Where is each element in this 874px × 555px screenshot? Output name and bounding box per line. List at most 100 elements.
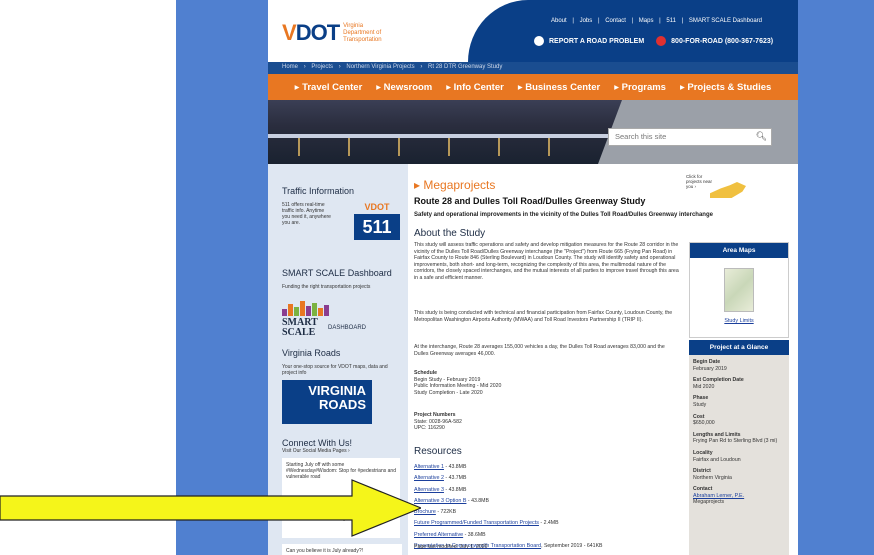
schedule-item: Public Information Meeting - Mid 2020 <box>414 383 502 390</box>
project-number: State: 0028-96A-582 <box>414 418 462 425</box>
resource-size: - 38.6MB <box>463 531 486 538</box>
glance-value: $650,000 <box>693 420 715 427</box>
glance-key: District <box>693 468 711 475</box>
vdot-511-logo-top: VDOT <box>364 202 390 212</box>
arrow-shape <box>0 479 421 537</box>
nav-programs[interactable]: ▸ Programs <box>614 82 666 93</box>
resource-link[interactable]: Alternative 1 <box>414 464 444 470</box>
connect-title: Connect With Us! <box>282 438 353 448</box>
study-limits-link[interactable]: Study Limits <box>690 318 788 324</box>
projects-near-you-map[interactable]: Click for projects near you › <box>686 174 746 204</box>
glance-heading: Project at a Glance <box>689 340 789 355</box>
smart-scale-box[interactable]: SMART SCALE Dashboard Funding the right … <box>282 268 402 340</box>
toplink-maps[interactable]: Maps <box>639 18 654 24</box>
resource-item: Brochure - 722KB <box>414 505 684 516</box>
bar-glyph <box>306 306 311 316</box>
logo-subtitle: Virginia Department of Transportation <box>343 22 382 43</box>
hero-banner: Search this site 🔍︎ <box>268 100 798 164</box>
water-reflection <box>498 138 500 156</box>
glance-value: Northern Virginia <box>693 474 732 481</box>
glance-list: Begin Date February 2019 Est Completion D… <box>689 355 789 510</box>
resource-link[interactable]: Future Programmed/Funded Transportation … <box>414 520 539 526</box>
project-number: UPC: 116290 <box>414 425 445 432</box>
area-maps-heading: Area Maps <box>690 243 788 258</box>
glance-item: Cost $650,000 <box>693 414 785 427</box>
resource-size: - 43.8MB <box>466 497 489 504</box>
toplink-contact[interactable]: Contact <box>605 18 626 24</box>
resource-item: Alternative 1 - 43.8MB <box>414 460 684 471</box>
smart-logo-b: SCALE <box>282 327 316 338</box>
report-road-problem-link[interactable]: REPORT A ROAD PROBLEM <box>549 38 644 45</box>
schedule-item: Begin Study - February 2019 <box>414 376 481 383</box>
toplink-sep: | <box>597 18 600 24</box>
glance-key: Phase <box>693 395 709 402</box>
vdot-logo[interactable]: V DOT Virginia Department of Transportat… <box>282 20 391 46</box>
search-icon[interactable]: 🔍︎ <box>756 131 767 142</box>
study-map-thumbnail[interactable] <box>724 268 754 312</box>
bar-glyph <box>294 307 299 316</box>
virginia-roads-text: Your one-stop source for VDOT maps, data… <box>282 364 388 376</box>
glance-key: Begin Date <box>693 359 721 365</box>
traffic-info-box[interactable]: Traffic Information 511 offers real-time… <box>282 186 402 266</box>
toplink-sep: | <box>631 18 634 24</box>
about-paragraph-2: This study is being conducted with techn… <box>414 310 673 323</box>
virginia-roads-box[interactable]: Virginia Roads Your one-stop source for … <box>282 348 402 432</box>
toplink-smart-scale[interactable]: SMART SCALE Dashboard <box>689 18 762 24</box>
water-reflection <box>348 138 350 156</box>
crumb-nova-projects[interactable]: Northern Virginia Projects <box>346 64 414 70</box>
glance-key: Est Completion Date <box>693 377 744 384</box>
glance-item: Est Completion Date Mid 2020 <box>693 377 785 390</box>
project-numbers-heading: Project Numbers <box>414 412 456 418</box>
connect-sub[interactable]: Visit Our Social Media Pages › <box>282 448 402 454</box>
glance-value: Study <box>693 401 707 408</box>
phone-link[interactable]: 800-FOR-ROAD (800-367-7623) <box>671 38 773 45</box>
resource-link[interactable]: Alternative 3 Option B <box>414 498 466 504</box>
crumb-projects[interactable]: Projects <box>311 64 333 70</box>
about-heading: About the Study <box>414 228 486 239</box>
resource-link[interactable]: Preferred Alternative <box>414 532 463 538</box>
nav-business-center[interactable]: ▸ Business Center <box>518 82 600 93</box>
glance-value: Fairfax and Loudoun <box>693 456 741 463</box>
megaprojects-heading: ▸ Megaprojects <box>414 178 496 192</box>
resource-item: Future Programmed/Funded Transportation … <box>414 516 684 527</box>
traffic-info-text: 511 offers real-time traffic info. Anyti… <box>282 202 331 226</box>
bar-glyph <box>300 301 305 316</box>
toplink-511[interactable]: 511 <box>666 18 676 24</box>
vdot-511-logo-num: 511 <box>354 214 400 240</box>
report-bar: REPORT A ROAD PROBLEM 800-FOR-ROAD (800-… <box>534 36 773 46</box>
toplink-jobs[interactable]: Jobs <box>580 18 593 24</box>
search-input[interactable]: Search this site 🔍︎ <box>608 128 772 146</box>
vdot-page: V DOT Virginia Department of Transportat… <box>268 0 798 555</box>
resource-size: - 43.7MB <box>443 475 467 482</box>
schedule-block: Schedule Begin Study - February 2019 Pub… <box>414 370 501 396</box>
resource-size: - 722KB <box>435 509 457 516</box>
nav-info-center[interactable]: ▸ Info Center <box>446 82 504 93</box>
nav-newsroom[interactable]: ▸ Newsroom <box>376 82 432 93</box>
schedule-heading: Schedule <box>414 370 438 376</box>
about-paragraph-1: This study will assess traffic operation… <box>414 242 679 281</box>
site-header: V DOT Virginia Department of Transportat… <box>268 0 798 62</box>
water-reflection <box>298 138 300 156</box>
nav-travel-center[interactable]: ▸ Travel Center <box>295 82 363 93</box>
resource-item: Alternative 2 - 43.7MB <box>414 471 684 482</box>
top-links: About | Jobs | Contact | Maps | 511 | SM… <box>549 18 764 24</box>
resource-size: - 43.8MB <box>443 464 467 470</box>
project-at-a-glance: Project at a Glance Begin Date February 2… <box>689 340 789 555</box>
resources-heading: Resources <box>414 446 462 457</box>
resource-item: Alternative 3 Option B - 43.8MB <box>414 494 684 505</box>
glance-key: Contact <box>693 486 713 493</box>
glance-item: Lengths and Limits Frying Pan Rd to Sterl… <box>693 432 785 445</box>
glance-item: Locality Fairfax and Loudoun <box>693 450 785 463</box>
glance-key: Locality <box>693 449 713 456</box>
glance-item: Contact Abraham Lerner, P.E. Megaproject… <box>693 486 785 505</box>
glance-key: Lengths and Limits <box>693 431 741 438</box>
water-reflection <box>448 138 450 156</box>
main-content: ▸ Megaprojects Click for projects near y… <box>414 164 792 555</box>
resource-item: Preferred Alternative - 38.6MB <box>414 528 684 539</box>
crumb-sep: › <box>338 64 341 70</box>
nav-projects-studies[interactable]: ▸ Projects & Studies <box>680 82 771 93</box>
glance-item: Phase Study <box>693 395 785 408</box>
bar-glyph <box>288 304 293 316</box>
crumb-home[interactable]: Home <box>282 64 298 70</box>
toplink-about[interactable]: About <box>551 18 567 24</box>
